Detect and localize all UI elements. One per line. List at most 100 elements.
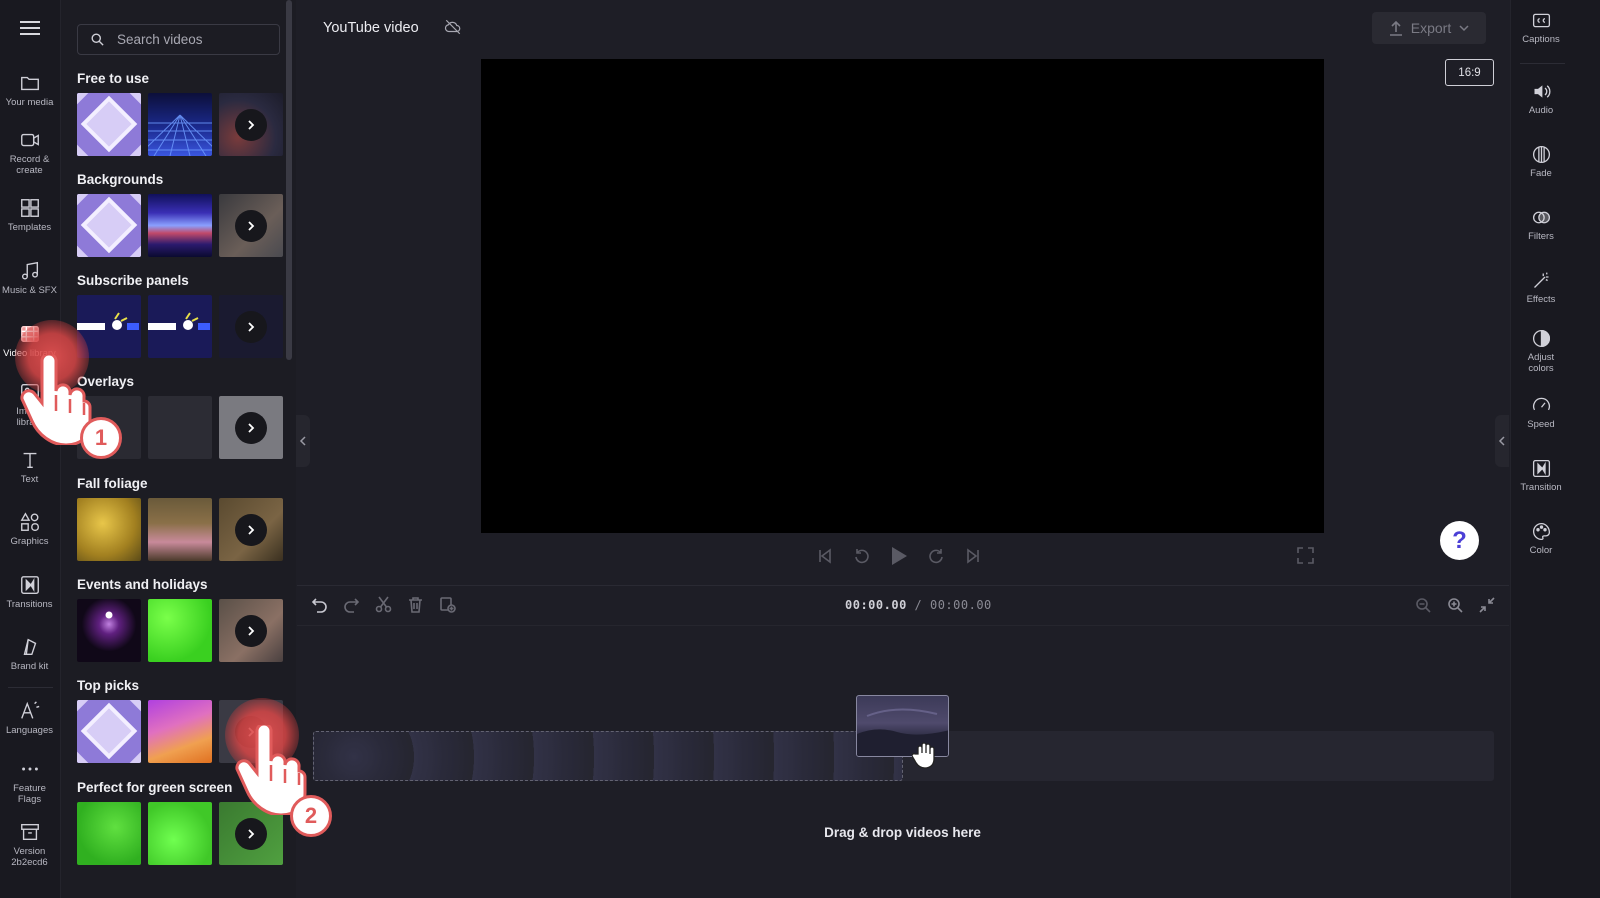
rail-item-text[interactable]: Text — [0, 449, 59, 485]
help-button[interactable]: ? — [1440, 521, 1479, 560]
redo-icon — [344, 597, 360, 613]
rail-item-feature-flags[interactable]: Feature Flags — [0, 758, 59, 805]
grab-hand-cursor-icon — [912, 742, 935, 769]
rail-item-transition[interactable]: Transition — [1513, 458, 1569, 493]
rail-item-captions[interactable]: Captions — [1513, 10, 1569, 45]
video-thumbnail[interactable] — [77, 194, 141, 257]
see-more-button[interactable] — [235, 209, 267, 242]
rail-item-music-sfx[interactable]: Music & SFX — [0, 260, 59, 296]
rail-item-filters[interactable]: Filters — [1513, 207, 1569, 242]
see-more-button[interactable] — [235, 513, 267, 546]
video-thumbnail-more[interactable] — [219, 295, 283, 358]
aspect-ratio-button[interactable]: 16:9 — [1445, 59, 1494, 86]
video-thumbnail[interactable] — [148, 194, 212, 257]
video-thumbnail[interactable] — [148, 599, 212, 662]
split-button[interactable] — [374, 594, 393, 614]
rail-item-audio[interactable]: Audio — [1513, 81, 1569, 116]
section-title: Top picks — [77, 678, 140, 693]
fit-timeline-button[interactable] — [1477, 595, 1496, 614]
section-fall-foliage: Fall foliage — [77, 475, 287, 561]
see-more-button[interactable] — [235, 411, 267, 444]
timeline-toolbar — [310, 594, 457, 614]
undo-button[interactable] — [310, 594, 329, 614]
rail-item-transitions[interactable]: Transitions — [0, 574, 59, 610]
timeline-ruler — [297, 625, 1509, 626]
video-thumbnail[interactable] — [77, 498, 141, 561]
step-badge-2: 2 — [290, 795, 332, 837]
see-more-button[interactable] — [235, 817, 267, 850]
video-thumbnail-more[interactable] — [219, 396, 283, 459]
forward-button[interactable] — [926, 545, 946, 567]
rail-label: Music & SFX — [2, 285, 57, 296]
video-thumbnail[interactable] — [77, 93, 141, 156]
section-title: Events and holidays — [77, 577, 208, 592]
rail-label: Version 2b2ecd6 — [11, 846, 48, 868]
contrast-icon — [1532, 329, 1550, 348]
redo-button[interactable] — [342, 594, 361, 614]
video-thumbnail[interactable] — [148, 498, 212, 561]
video-thumbnail-more[interactable] — [219, 498, 283, 561]
rail-label: Record & create — [9, 154, 50, 176]
rail-label: Templates — [7, 222, 52, 233]
brand-kit-icon — [23, 638, 36, 656]
rail-label: Your media — [5, 97, 54, 108]
video-thumbnail[interactable] — [77, 700, 141, 763]
rewind-button[interactable] — [852, 545, 872, 567]
video-thumbnail[interactable] — [77, 802, 141, 865]
video-thumbnail[interactable] — [148, 295, 212, 358]
archive-icon — [20, 823, 39, 841]
skip-to-end-button[interactable] — [963, 545, 983, 567]
delete-button[interactable] — [406, 594, 425, 614]
rail-item-record-create[interactable]: Record & create — [0, 129, 59, 176]
video-thumbnail[interactable] — [148, 700, 212, 763]
video-thumbnail[interactable] — [148, 93, 212, 156]
duplicate-button[interactable] — [438, 594, 457, 614]
video-thumbnail[interactable] — [148, 396, 212, 459]
scissors-icon — [375, 596, 392, 612]
see-more-button[interactable] — [235, 108, 267, 141]
rail-label: Audio — [1528, 105, 1554, 116]
project-title[interactable]: YouTube video — [323, 17, 419, 39]
rail-item-templates[interactable]: Templates — [0, 197, 59, 233]
zoom-out-button[interactable] — [1413, 595, 1432, 614]
rail-item-brand-kit[interactable]: Brand kit — [0, 636, 59, 672]
video-thumbnail-more[interactable] — [219, 599, 283, 662]
video-thumbnail[interactable] — [77, 599, 141, 662]
rail-item-speed[interactable]: Speed — [1513, 395, 1569, 430]
timeline-drop-zone[interactable] — [313, 731, 903, 781]
video-thumbnail-more[interactable] — [219, 93, 283, 156]
menu-button[interactable] — [0, 10, 59, 46]
rail-item-graphics[interactable]: Graphics — [0, 511, 59, 547]
fullscreen-button[interactable] — [1297, 547, 1314, 569]
rail-label: Effects — [1526, 294, 1556, 305]
text-icon — [23, 452, 36, 469]
section-title: Backgrounds — [77, 172, 164, 187]
video-preview[interactable] — [481, 59, 1324, 533]
rail-item-languages[interactable]: Languages — [0, 700, 59, 736]
rail-item-color[interactable]: Color — [1513, 521, 1569, 556]
rail-item-your-media[interactable]: Your media — [0, 72, 59, 108]
current-time: 00:00.00 — [845, 598, 907, 612]
zoom-out-icon — [1415, 597, 1431, 613]
rail-item-fade[interactable]: Fade — [1513, 144, 1569, 179]
search-input[interactable] — [117, 32, 267, 47]
search-box[interactable] — [77, 24, 280, 55]
collapse-library-button[interactable] — [296, 415, 310, 467]
rail-label: Transitions — [6, 599, 53, 610]
skip-to-start-button[interactable] — [815, 545, 835, 567]
left-nav-rail: Your media Record & create Templates Mus… — [0, 0, 61, 898]
see-more-button[interactable] — [235, 310, 267, 343]
rail-item-effects[interactable]: Effects — [1513, 270, 1569, 305]
play-button[interactable] — [889, 545, 909, 567]
video-thumbnail-more[interactable] — [219, 194, 283, 257]
zoom-in-button[interactable] — [1445, 595, 1464, 614]
trash-icon — [409, 596, 422, 613]
play-icon — [892, 547, 907, 565]
video-thumbnail[interactable] — [148, 802, 212, 865]
see-more-button[interactable] — [235, 614, 267, 647]
rail-item-adjust-colors[interactable]: Adjust colors — [1513, 328, 1569, 374]
timecode-display: 00:00.00 / 00:00.00 — [845, 598, 992, 612]
collapse-properties-button[interactable] — [1495, 415, 1509, 467]
export-button[interactable]: Export — [1372, 12, 1486, 44]
cloud-sync-status[interactable] — [444, 18, 462, 41]
